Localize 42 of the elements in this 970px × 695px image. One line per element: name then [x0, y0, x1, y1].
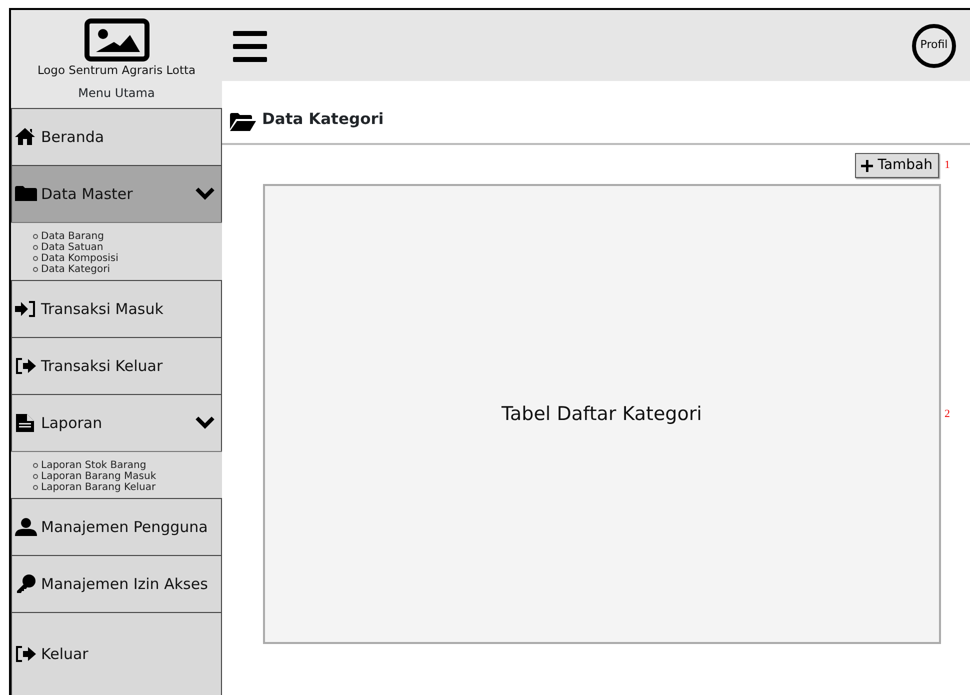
submenu-item[interactable]: Data Satuan [33, 242, 222, 253]
sidebar-item[interactable]: Beranda [11, 108, 222, 165]
bullet-icon [33, 245, 38, 250]
placeholder-text: Tabel Daftar Kategori [502, 402, 702, 427]
sidebar-item[interactable]: Data Master [11, 165, 222, 222]
image-icon [84, 18, 150, 62]
submenu-item[interactable]: Data Komposisi [33, 253, 222, 264]
sidebar-item[interactable]: Transaksi Masuk [11, 280, 222, 337]
sign-out-icon [15, 644, 37, 664]
page-title: Data Kategori [262, 108, 384, 130]
profile-button[interactable]: Profil [912, 24, 956, 68]
menu-title: Menu Utama [77, 85, 156, 102]
home-icon [15, 127, 37, 147]
user-icon [15, 517, 37, 537]
annotation-number: 2 [944, 406, 950, 422]
submenu-item[interactable]: Data Barang [33, 231, 222, 242]
logo-caption: Logo Sentrum Agraris Lotta [37, 62, 196, 79]
sidebar-item[interactable]: Manajemen Pengguna [11, 498, 222, 555]
bullet-icon [33, 234, 38, 239]
submenu-item[interactable]: Laporan Barang Masuk [33, 471, 222, 482]
menu-icon[interactable] [233, 28, 267, 62]
document-icon [15, 413, 37, 433]
sidebar-item[interactable]: Manajemen Izin Akses [11, 555, 222, 612]
plus-icon [860, 160, 873, 172]
sign-in-icon [15, 299, 37, 319]
sign-out-icon [15, 356, 37, 376]
key-icon [15, 574, 37, 594]
bullet-icon [33, 485, 38, 490]
submenu-item[interactable]: Data Kategori [33, 264, 222, 275]
bullet-icon [33, 267, 38, 272]
annotation-number: 1 [944, 158, 950, 174]
folder-icon [15, 184, 37, 204]
add-button[interactable]: Tambah [854, 153, 938, 178]
submenu-item[interactable]: Laporan Barang Keluar [33, 482, 222, 493]
bullet-icon [33, 474, 38, 479]
sidebar-item[interactable]: Transaksi Keluar [11, 337, 222, 394]
bullet-icon [33, 256, 38, 261]
bullet-icon [33, 463, 38, 468]
submenu-item[interactable]: Laporan Stok Barang [33, 460, 222, 471]
sidebar-item[interactable]: Keluar [11, 612, 222, 695]
sidebar-item[interactable]: Laporan [11, 394, 222, 451]
folder-icon [230, 113, 256, 131]
